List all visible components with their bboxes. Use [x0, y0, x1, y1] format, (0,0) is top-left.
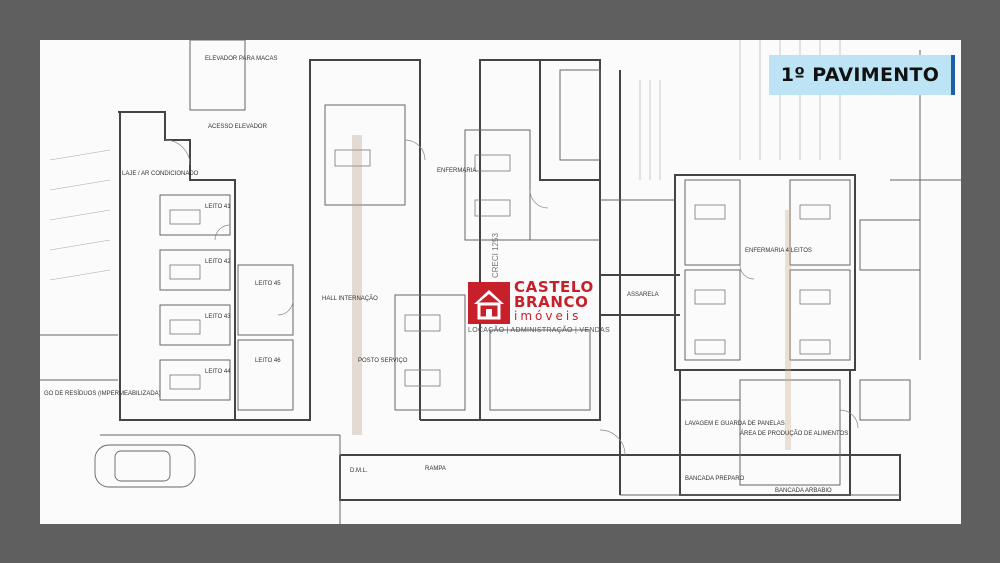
- logo-tagline: LOCAÇÃO | ADMINISTRAÇÃO | VENDAS: [468, 327, 610, 334]
- house-logo-icon: [468, 282, 510, 324]
- floor-badge: 1º PAVIMENTO: [769, 55, 955, 95]
- label-bancada-abrabio: BANCADA ARBABIO: [775, 488, 832, 494]
- label-residuos: GO DE RESÍDUOS (IMPERMEABILIZADA): [44, 390, 161, 397]
- label-hall-internacao: HALL INTERNAÇÃO: [322, 295, 378, 302]
- logo-line3: imóveis: [514, 309, 582, 323]
- label-lavagem: LAVAGEM E GUARDA DE PANELAS: [685, 421, 785, 427]
- label-leito-46: LEITO 46: [255, 358, 281, 364]
- label-assarela: ASSARELA: [627, 292, 659, 298]
- label-leito-43: LEITO 43: [205, 314, 231, 320]
- floor-plan-sheet: ACESSO ELEVADOR ELEVADOR PARA MACAS LAJE…: [40, 40, 961, 524]
- label-dml: D.M.L.: [350, 468, 368, 474]
- label-leito-41: LEITO 41: [205, 204, 231, 210]
- label-rampa: RAMPA: [425, 466, 446, 472]
- label-leito-45: LEITO 45: [255, 281, 281, 287]
- label-area-producao: ÁREA DE PRODUÇÃO DE ALIMENTOS: [740, 430, 848, 437]
- label-enfermaria: ENFERMARIA: [437, 168, 476, 174]
- logo-line2: BRANCO: [514, 293, 589, 311]
- label-leito-42: LEITO 42: [205, 259, 231, 265]
- label-acesso-elevador: ACESSO ELEVADOR: [208, 124, 268, 130]
- label-posto-servico: POSTO SERVIÇO: [358, 358, 408, 364]
- floor-badge-text: 1º PAVIMENTO: [780, 64, 940, 86]
- label-enfermaria-leitos: ENFERMARIA 4 LEITOS: [745, 248, 812, 254]
- car-symbol: [94, 444, 196, 488]
- logo-creci: CRECI 1253: [491, 233, 500, 278]
- label-elevador: ELEVADOR PARA MACAS: [205, 56, 277, 62]
- label-bancada-prepar: BANCADA PREPARO: [685, 476, 745, 482]
- castelo-branco-logo: CRECI 1253 CASTELO BRANCO imóveis LOCAÇÃ…: [468, 233, 628, 340]
- label-leito-44: LEITO 44: [205, 369, 231, 375]
- label-laje-ar: LAJE / AR CONDICIONADO: [122, 171, 199, 177]
- dimension-lines: [49, 40, 841, 281]
